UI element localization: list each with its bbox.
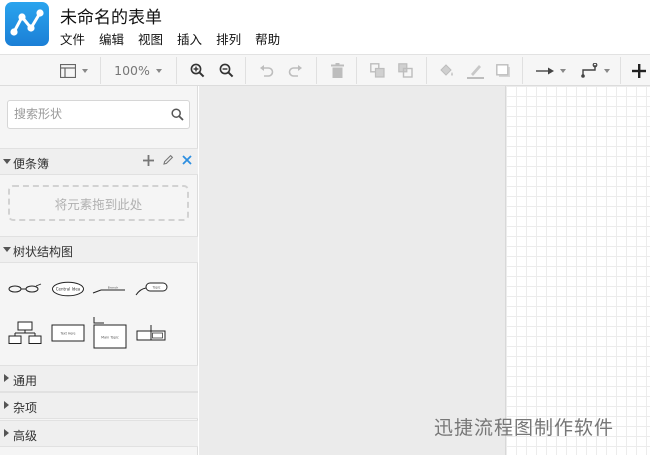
fill-color-icon (440, 64, 453, 76)
topic-line-shape[interactable]: Branch (90, 274, 130, 304)
zoom-select[interactable]: 100% (108, 55, 168, 86)
to-front-icon (369, 63, 385, 78)
shape-label: Text Here (59, 331, 75, 335)
delete-icon (330, 63, 344, 78)
shadow-button[interactable] (492, 55, 514, 86)
waypoint-icon (580, 63, 597, 78)
org-branch-shape[interactable] (6, 274, 44, 304)
scratchpad-drop-zone[interactable]: 将元素拖到此处 (8, 185, 189, 221)
expand-arrow-icon (3, 247, 11, 252)
tree-section-header[interactable]: 树状结构图 (0, 236, 198, 263)
toolbar-divider (100, 57, 101, 84)
menu-insert[interactable]: 插入 (177, 29, 202, 48)
connection-style-button[interactable] (532, 55, 570, 86)
toolbar-divider (620, 57, 621, 84)
toolbar-divider (426, 57, 427, 84)
general-section-header[interactable]: 通用 (0, 365, 198, 392)
panel-layout-icon (60, 63, 76, 78)
container-shape[interactable] (132, 316, 170, 350)
add-button[interactable] (628, 55, 650, 86)
main-topic-box-shape[interactable]: Main Topic (90, 314, 130, 352)
undo-button[interactable] (255, 55, 277, 86)
redo-button[interactable] (284, 55, 306, 86)
redo-icon (288, 64, 302, 77)
zoom-out-button[interactable] (215, 55, 237, 86)
collapse-arrow-icon (4, 429, 9, 437)
zoom-level: 100% (114, 63, 150, 78)
add-icon (632, 63, 646, 78)
shape-label: Branch (108, 285, 119, 289)
delete-button[interactable] (326, 55, 348, 86)
shape-label: Central Idea (56, 287, 81, 292)
toolbar-divider (522, 57, 523, 84)
org-chart-shape[interactable] (6, 316, 44, 350)
chevron-down-icon (155, 68, 162, 73)
flow-nodes-icon (10, 9, 44, 36)
shape-label: Topic (151, 285, 160, 289)
advanced-section-header[interactable]: 高级 (0, 420, 198, 447)
to-front-button[interactable] (366, 55, 388, 86)
chevron-down-icon (603, 68, 610, 73)
menu-help[interactable]: 帮助 (255, 29, 280, 48)
general-section-title: 通用 (13, 374, 38, 388)
sub-topic-shape[interactable]: Topic (132, 274, 170, 304)
connection-style-icon (536, 67, 554, 74)
watermark: 迅捷流程图制作软件 (434, 417, 615, 439)
menu-bar: 文件 编辑 视图 插入 排列 帮助 (60, 29, 294, 48)
shadow-icon (495, 63, 510, 77)
app-logo (5, 2, 49, 46)
toolbar-divider (356, 57, 357, 84)
chevron-down-icon (560, 68, 566, 73)
diagram-page[interactable] (505, 86, 650, 455)
canvas-background[interactable] (199, 86, 505, 455)
toolbar-divider (316, 57, 317, 84)
topic-box-shape[interactable]: Text Here (48, 316, 88, 350)
edit-pencil-icon[interactable] (162, 154, 174, 166)
line-color-button[interactable] (464, 55, 486, 86)
collapse-arrow-icon (4, 374, 9, 382)
menu-arrange[interactable]: 排列 (216, 29, 241, 48)
plus-icon[interactable] (143, 154, 154, 166)
scratchpad-title: 便条簿 (13, 157, 50, 171)
to-back-button[interactable] (394, 55, 416, 86)
app-header: 未命名的表单 文件 编辑 视图 插入 排列 帮助 (0, 0, 650, 54)
central-idea-ellipse-shape[interactable]: Central Idea (48, 274, 88, 304)
search-box (7, 100, 190, 129)
shape-search-input[interactable] (14, 107, 164, 121)
chevron-down-icon (82, 68, 88, 73)
expand-arrow-icon (3, 159, 11, 164)
misc-section-title: 杂项 (13, 401, 38, 415)
scratchpad-actions (143, 154, 192, 166)
toolbar-divider (245, 57, 246, 84)
to-back-icon (397, 63, 413, 78)
undo-icon (259, 64, 273, 77)
scratchpad-header[interactable]: 便条簿 (0, 148, 198, 175)
close-icon[interactable] (182, 155, 192, 165)
zoom-in-icon (190, 63, 204, 78)
tree-section-title: 树状结构图 (13, 245, 74, 259)
menu-edit[interactable]: 编辑 (99, 29, 124, 48)
search-icon[interactable] (171, 108, 184, 121)
menu-file[interactable]: 文件 (60, 29, 85, 48)
waypoint-button[interactable] (576, 55, 614, 86)
fill-color-button[interactable] (436, 55, 458, 86)
advanced-section-title: 高级 (13, 429, 38, 443)
toolbar: 100% (0, 54, 650, 86)
document-title[interactable]: 未命名的表单 (60, 3, 162, 28)
shape-sidebar: 便条簿 将元素拖到此处 树状结构图 (0, 86, 198, 455)
panel-layout-button[interactable] (55, 55, 93, 86)
zoom-out-icon (219, 63, 233, 78)
line-color-icon (466, 64, 484, 79)
collapse-arrow-icon (4, 401, 9, 409)
menu-view[interactable]: 视图 (138, 29, 163, 48)
toolbar-divider (176, 57, 177, 84)
shape-label: Main Topic (101, 336, 119, 340)
misc-section-header[interactable]: 杂项 (0, 392, 198, 419)
zoom-in-button[interactable] (186, 55, 208, 86)
